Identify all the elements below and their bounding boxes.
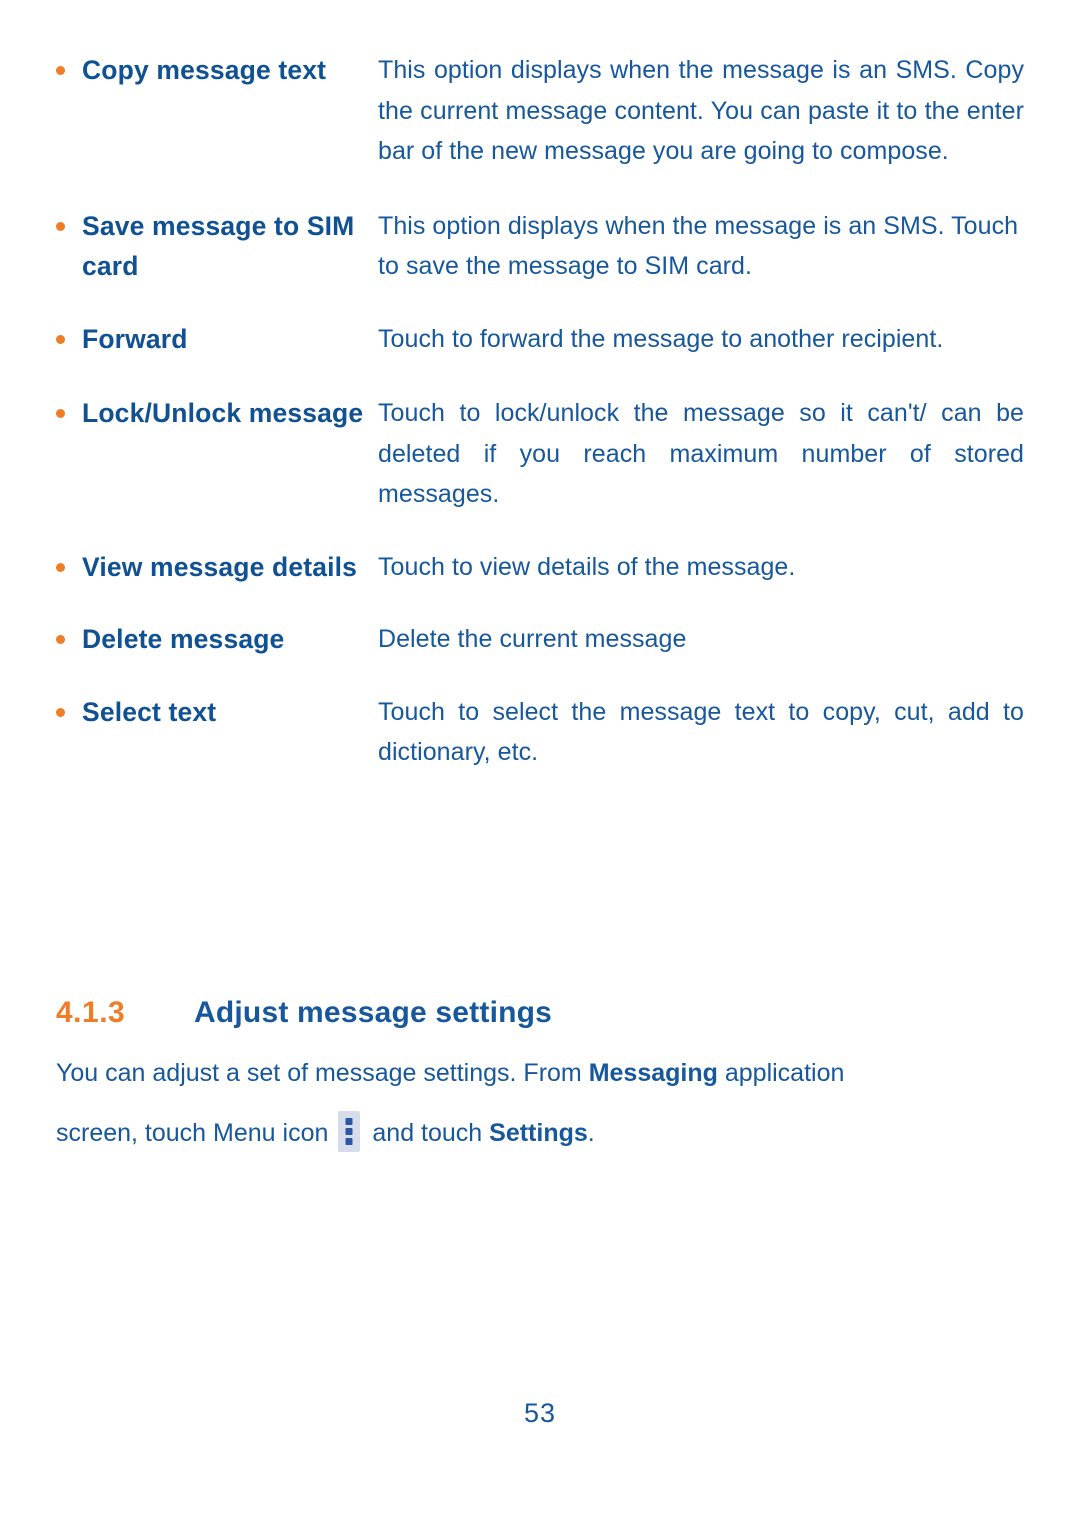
body-text-part-5: . — [587, 1119, 595, 1147]
bullet-dot-icon — [56, 707, 65, 717]
manual-page: Copy message text This option displays w… — [0, 0, 1080, 1535]
option-description: Touch to lock/unlock the message so it c… — [378, 399, 1024, 508]
menu-dot-middle — [345, 1128, 353, 1135]
option-label: Select text — [82, 696, 217, 727]
three-vertical-dots-menu-icon — [338, 1111, 361, 1152]
table-row: Save message to SIM card This option dis… — [56, 204, 1024, 287]
option-description: Touch to forward the message to another … — [378, 324, 944, 353]
bullet-dot-icon — [56, 635, 65, 644]
option-description: This option displays when the message is… — [378, 56, 1024, 165]
menu-dot-bottom — [345, 1138, 353, 1145]
table-row: Delete message Delete the current messag… — [56, 617, 1024, 660]
adjust-message-settings-section: 4.1.3 Adjust message settings You can ad… — [56, 996, 1024, 1163]
section-body-text: You can adjust a set of message settings… — [56, 1043, 1024, 1163]
body-text-part-1: You can adjust a set of message settings… — [56, 1059, 589, 1087]
body-bold-messaging: Messaging — [588, 1059, 718, 1087]
section-title: Adjust message settings — [194, 996, 553, 1029]
bullet-dot-icon — [56, 221, 65, 231]
option-label: Forward — [82, 323, 188, 354]
option-label-cell: View message details — [56, 545, 378, 588]
table-row: View message details Touch to view detai… — [56, 545, 1024, 588]
section-heading: 4.1.3 Adjust message settings — [56, 996, 1024, 1030]
body-last-line: screen, touch Menu icon and touch Setting… — [56, 1103, 1024, 1163]
table-row: Copy message text This option displays w… — [56, 48, 1024, 172]
option-label-cell: Lock/Unlock message — [56, 391, 378, 434]
option-label: View message details — [82, 551, 358, 582]
section-number: 4.1.3 — [56, 996, 126, 1029]
option-label-cell: Select text — [56, 690, 378, 733]
option-description: Delete the current message — [378, 625, 687, 653]
option-label-cell: Save message to SIM card — [56, 204, 378, 287]
body-text-part-3: screen, touch Menu icon — [56, 1119, 329, 1147]
table-row: Lock/Unlock message Touch to lock/unlock… — [56, 391, 1024, 515]
table-row: Select text Touch to select the message … — [56, 690, 1024, 773]
bullet-dot-icon — [56, 562, 65, 572]
body-text-part-2: application — [717, 1059, 845, 1087]
page-number: 53 — [523, 1398, 557, 1428]
option-label-cell: Forward — [56, 317, 378, 360]
option-label: Copy message text — [82, 55, 327, 85]
message-options-table: Copy message text This option displays w… — [56, 48, 1024, 773]
table-row: Forward Touch to forward the message to … — [56, 317, 1024, 360]
option-label-cell: Delete message — [56, 617, 378, 660]
option-label: Delete message — [82, 624, 285, 654]
option-description: Touch to select the message text to copy… — [378, 697, 1024, 767]
body-text-part-4: and touch — [372, 1119, 490, 1147]
menu-dot-top — [345, 1118, 353, 1125]
bullet-dot-icon — [56, 334, 65, 344]
bullet-dot-icon — [56, 409, 65, 418]
option-label: Lock/Unlock message — [82, 398, 364, 428]
bullet-dot-icon — [56, 66, 65, 75]
body-bold-settings: Settings — [489, 1119, 588, 1147]
option-description: Touch to view details of the message. — [378, 552, 796, 581]
option-label: Save message to SIM card — [82, 210, 355, 282]
option-description: This option displays when the message is… — [378, 211, 1019, 281]
option-label-cell: Copy message text — [56, 48, 378, 91]
